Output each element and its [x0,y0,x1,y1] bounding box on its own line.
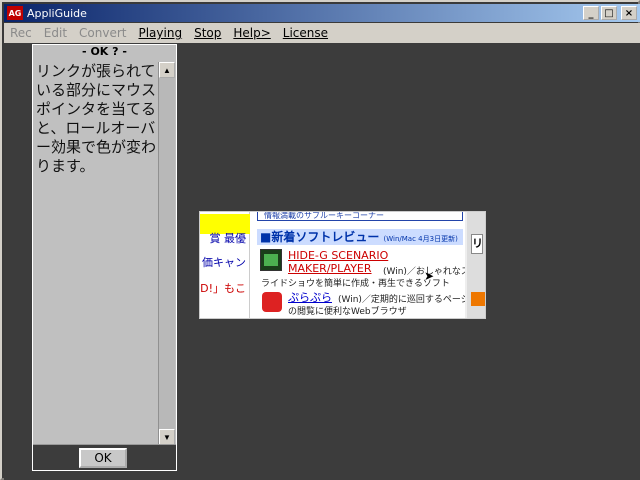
scroll-up-icon[interactable]: ▲ [159,62,175,78]
preview-link-purapura[interactable]: ぷらぷら [288,289,332,305]
guide-text: リンクが張られている部分にマウスポインタを当てると、ロールオーバー効果で色が変わ… [34,60,158,445]
preview-link-maker[interactable]: MAKER/PLAYER [288,262,372,275]
guide-header: - OK ? - [33,45,176,59]
menu-bar: Rec Edit Convert Playing Stop Help> Lice… [4,23,640,43]
browser-app-icon [262,292,282,312]
preview-main: 情報満載のサブルーキーコーナー ■新着ソフトレビュー (Win/Mac 4月3日… [256,212,470,318]
preview-right-char: リ [471,234,483,254]
window-title: AppliGuide [27,6,87,20]
preview-section-title: ■新着ソフトレビュー (Win/Mac 4月3日更新) [257,229,463,245]
preview-entry2-desc: の閲覧に便利なWebブラウザ [288,307,407,317]
app-logo-icon[interactable]: AG [7,6,23,20]
menu-playing[interactable]: Playing [132,26,188,40]
menu-help[interactable]: Help> [227,26,276,40]
guide-panel: - OK ? - リンクが張られている部分にマウスポインタを当てると、ロールオー… [32,44,177,471]
guide-footer: OK [33,444,176,470]
menu-stop[interactable]: Stop [188,26,227,40]
menu-license[interactable]: License [277,26,334,40]
preview-snapshot: 賞 最優 価キャン ND!」もこ 情報満載のサブルーキーコーナー ■新着ソフトレ… [199,211,486,319]
guide-scrollbar[interactable]: ▲ ▼ [158,62,175,445]
preview-left-column: 賞 最優 価キャン ND!」もこ [200,212,250,318]
title-bar[interactable]: AG AppliGuide _ □ × [4,4,640,22]
preview-left-item: ND!」もこ [200,282,246,295]
menu-convert[interactable]: Convert [73,26,132,40]
preview-entry1-desc: ライドショウを簡単に作成・再生できるソフト [261,279,450,289]
preview-section-date: (Win/Mac 4月3日更新) [383,235,458,243]
preview-left-item: 賞 最優 [209,232,247,245]
scroll-down-icon[interactable]: ▼ [159,429,175,445]
preview-orange-block [471,292,485,306]
preview-left-item: 価キャン [202,256,246,269]
preview-top-bar: 情報満載のサブルーキーコーナー [257,212,463,221]
maximize-button[interactable]: □ [601,6,617,20]
window-controls: _ □ × [583,6,637,20]
slideshow-app-icon [260,249,282,271]
menu-edit[interactable]: Edit [38,26,73,40]
preview-link-hideg[interactable]: HIDE-G SCENARIO [288,249,388,262]
close-button[interactable]: × [621,6,637,20]
ok-button[interactable]: OK [79,448,127,468]
minimize-button[interactable]: _ [583,6,599,20]
preview-right-column: リ [467,212,485,318]
menu-rec[interactable]: Rec [4,26,38,40]
